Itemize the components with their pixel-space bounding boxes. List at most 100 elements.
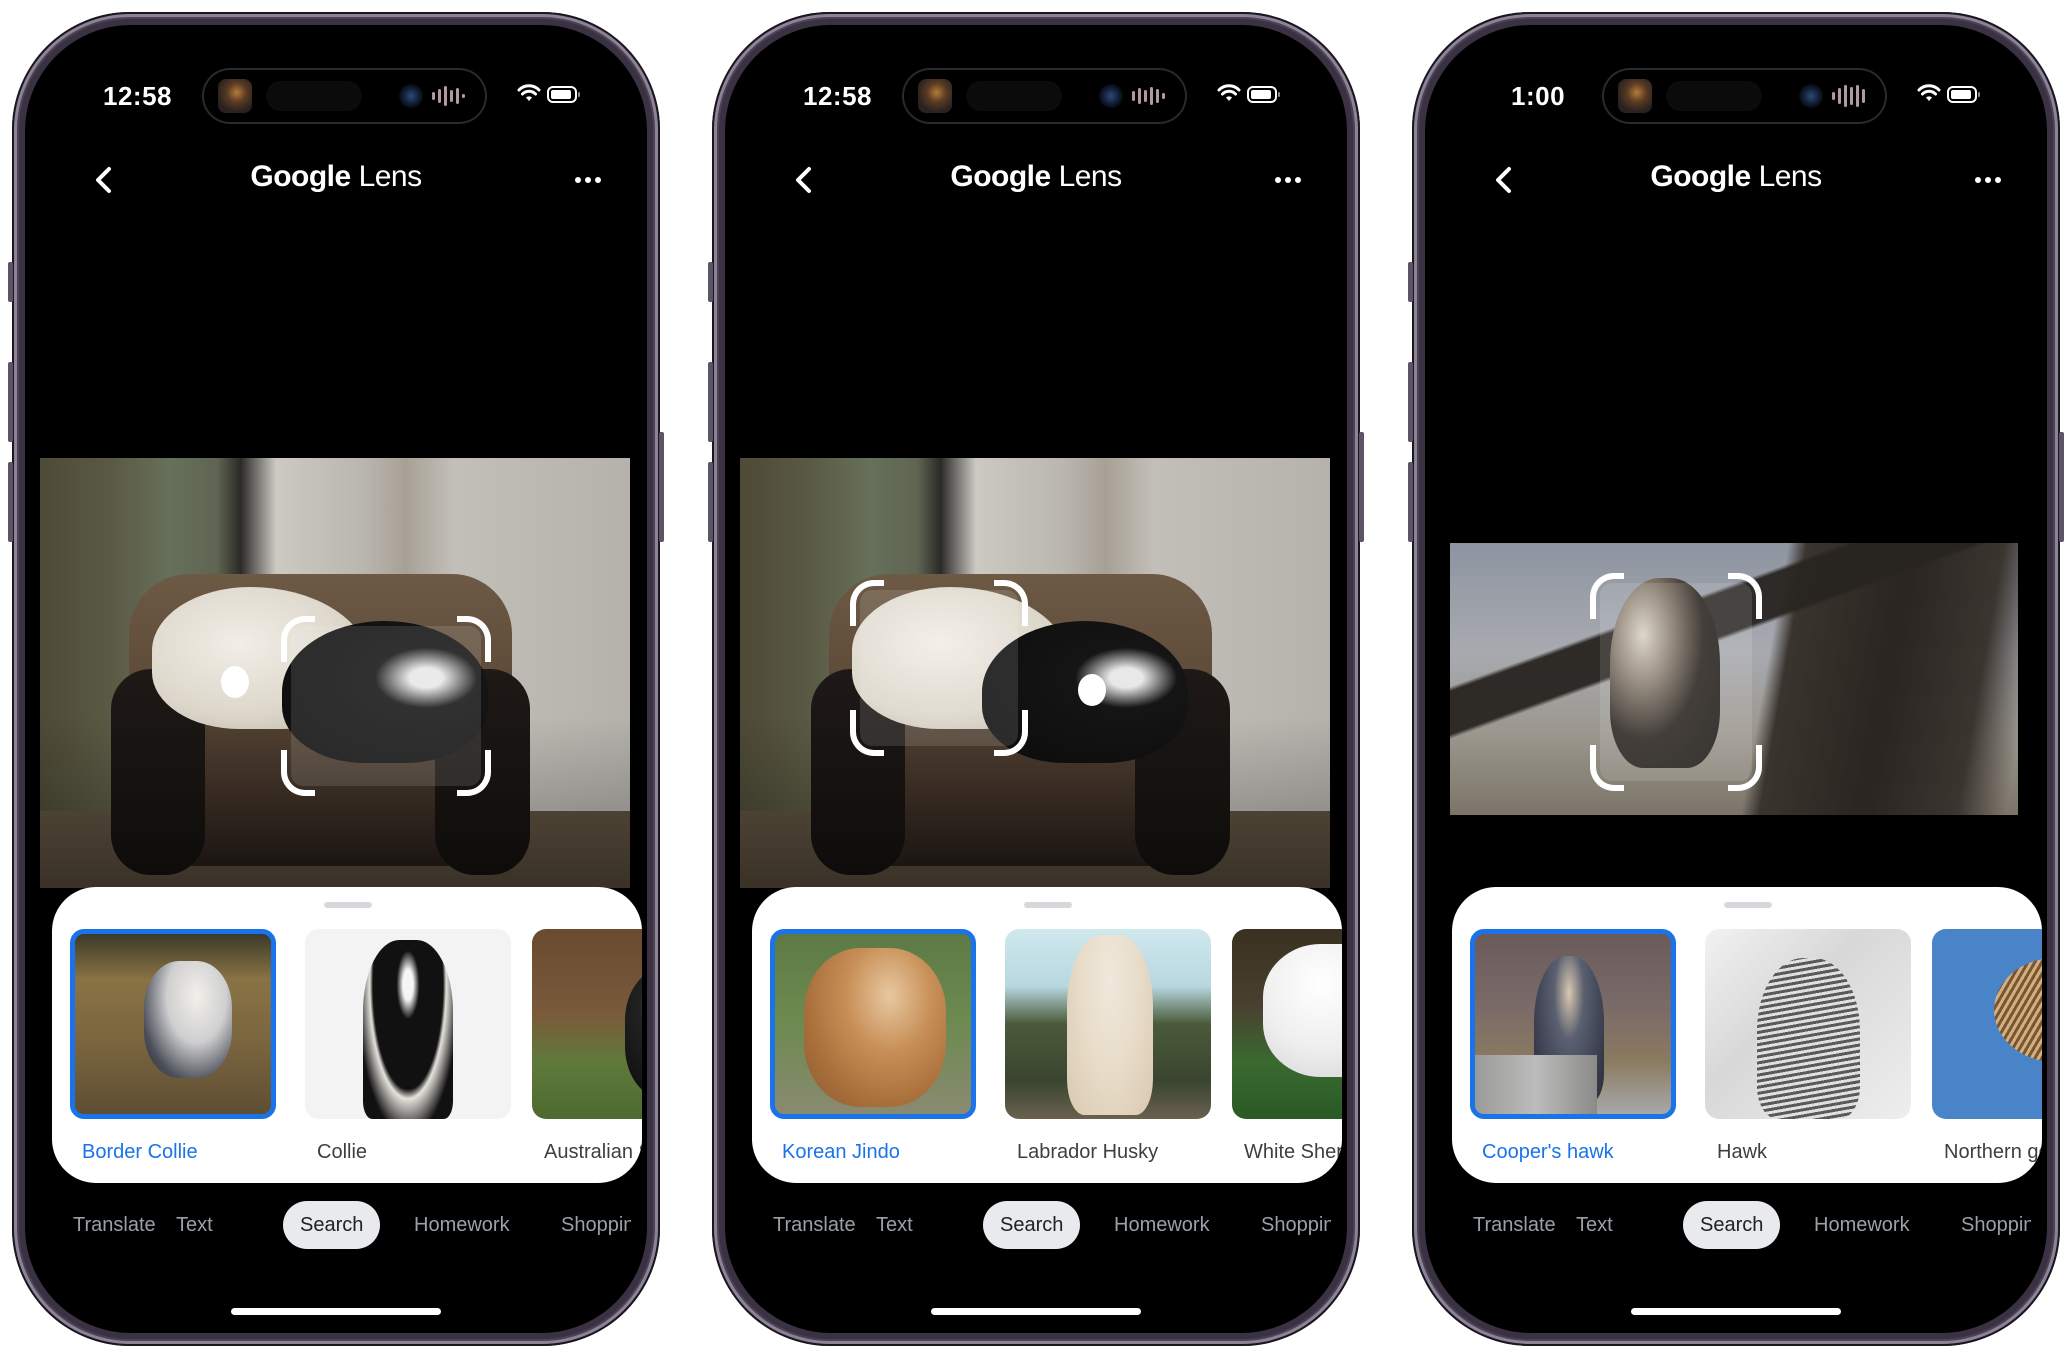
now-playing-artwork (218, 79, 252, 113)
tab-text[interactable]: Text (1576, 1201, 1613, 1249)
result-card[interactable]: Korean Jindo (770, 929, 976, 1163)
selection-corner-handle[interactable] (1590, 745, 1624, 791)
selection-box[interactable] (1590, 573, 1762, 791)
tab-homework[interactable]: Homework (1114, 1201, 1210, 1249)
tab-homework[interactable]: Homework (1814, 1201, 1910, 1249)
result-card[interactable]: Collie (305, 929, 511, 1163)
volume-down-button (708, 462, 713, 542)
result-card[interactable]: White Shepherd (1232, 929, 1342, 1163)
result-thumbnail (1470, 929, 1676, 1119)
mode-tabs: Translate Text Search Homework Shopping (25, 1201, 647, 1249)
selection-corner-handle[interactable] (994, 580, 1028, 626)
mode-tabs: Translate Text Search Homework Shopping (1425, 1201, 2047, 1249)
tab-translate[interactable]: Translate (773, 1201, 856, 1249)
more-dot (595, 177, 601, 183)
drag-handle[interactable] (324, 902, 372, 908)
tab-text[interactable]: Text (176, 1201, 213, 1249)
result-thumbnail (1932, 929, 2042, 1119)
tab-search[interactable]: Search (1683, 1201, 1781, 1249)
selection-corner-handle[interactable] (1590, 573, 1624, 619)
drag-handle[interactable] (1724, 902, 1772, 908)
phone-1: 12:58 Google Lens Border Collie Collie A… (8, 12, 664, 1346)
wifi-icon (1217, 84, 1241, 101)
dynamic-island[interactable] (902, 68, 1187, 124)
status-time: 1:00 (1511, 81, 1566, 111)
result-card[interactable]: Border Collie (70, 929, 276, 1163)
screen: 12:58 Google Lens (25, 25, 647, 1333)
dynamic-island[interactable] (1602, 68, 1887, 124)
result-label: Hawk (1717, 1141, 1768, 1163)
selection-corner-handle[interactable] (281, 616, 315, 662)
selection-corner-handle[interactable] (994, 710, 1028, 756)
selection-corner-handle[interactable] (457, 616, 491, 662)
more-options-button[interactable] (1270, 165, 1306, 195)
home-indicator[interactable] (1631, 1308, 1841, 1315)
dynamic-island[interactable] (202, 68, 487, 124)
result-label: Australian Shepherd (544, 1141, 642, 1163)
title-google: Google (250, 160, 351, 193)
selection-corner-handle[interactable] (850, 710, 884, 756)
selection-corner-handle[interactable] (281, 750, 315, 796)
results-panel: Border Collie Collie Australian Shepherd (52, 887, 642, 1183)
result-card[interactable]: Labrador Husky (1005, 929, 1211, 1163)
camera-icon (1099, 84, 1123, 108)
tab-shopping[interactable]: Shopping (1961, 1201, 2031, 1249)
camera-icon (1799, 84, 1823, 108)
selection-corner-handle[interactable] (1728, 745, 1762, 791)
tab-translate[interactable]: Translate (1473, 1201, 1556, 1249)
result-thumbnail (770, 929, 976, 1119)
object-dot[interactable] (1078, 674, 1106, 706)
phone-3: 1:00 Google Lens Cooper's hawk Hawk Nort… (1408, 12, 2064, 1346)
captured-photo[interactable] (40, 458, 630, 888)
battery-icon (1247, 86, 1280, 103)
more-dot (1295, 177, 1301, 183)
dog-figure (362, 940, 454, 1119)
selection-corner-handle[interactable] (850, 580, 884, 626)
selection-box[interactable] (850, 580, 1028, 756)
more-options-button[interactable] (1970, 165, 2006, 195)
volume-up-button (8, 362, 13, 442)
tab-text[interactable]: Text (876, 1201, 913, 1249)
island-pill (1666, 81, 1762, 111)
action-button (1408, 262, 1413, 302)
object-dot[interactable] (221, 666, 249, 698)
selection-corner-handle[interactable] (1728, 573, 1762, 619)
tab-search[interactable]: Search (983, 1201, 1081, 1249)
captured-photo[interactable] (1450, 543, 2018, 815)
now-playing-artwork (1618, 79, 1652, 113)
captured-photo[interactable] (740, 458, 1330, 888)
battery-icon (1947, 86, 1980, 103)
volume-down-button (8, 462, 13, 542)
result-card[interactable]: Hawk (1705, 929, 1911, 1163)
tab-translate[interactable]: Translate (73, 1201, 156, 1249)
audio-waveform-icon (1132, 85, 1165, 107)
title-lens: Lens (358, 160, 423, 193)
dog-figure (143, 961, 232, 1078)
tab-shopping[interactable]: Shopping (1261, 1201, 1331, 1249)
result-label: Northern goshawk (1944, 1141, 2042, 1163)
app-title: Google Lens (1425, 160, 2047, 194)
result-label: Collie (317, 1141, 368, 1163)
result-card[interactable]: Australian Shepherd (532, 929, 642, 1163)
result-thumbnail (1232, 929, 1342, 1119)
side-button (2059, 432, 2064, 542)
selection-corner-handle[interactable] (457, 750, 491, 796)
result-card[interactable]: Northern goshawk (1932, 929, 2042, 1163)
audio-waveform-icon (432, 85, 465, 107)
tab-homework[interactable]: Homework (414, 1201, 510, 1249)
home-indicator[interactable] (931, 1308, 1141, 1315)
more-options-button[interactable] (570, 165, 606, 195)
tab-search[interactable]: Search (283, 1201, 381, 1249)
home-indicator[interactable] (231, 1308, 441, 1315)
app-title: Google Lens (25, 160, 647, 194)
result-label: White Shepherd (1244, 1141, 1342, 1163)
audio-waveform-icon (1832, 85, 1865, 107)
fence-post (1475, 1054, 1597, 1114)
drag-handle[interactable] (1024, 902, 1072, 908)
result-card[interactable]: Cooper's hawk (1470, 929, 1676, 1163)
result-thumbnail (70, 929, 276, 1119)
screen: 1:00 Google Lens Cooper's hawk Hawk Nort… (1425, 25, 2047, 1333)
tab-shopping[interactable]: Shopping (561, 1201, 631, 1249)
selection-box[interactable] (281, 616, 491, 796)
result-label: Korean Jindo (782, 1141, 900, 1163)
